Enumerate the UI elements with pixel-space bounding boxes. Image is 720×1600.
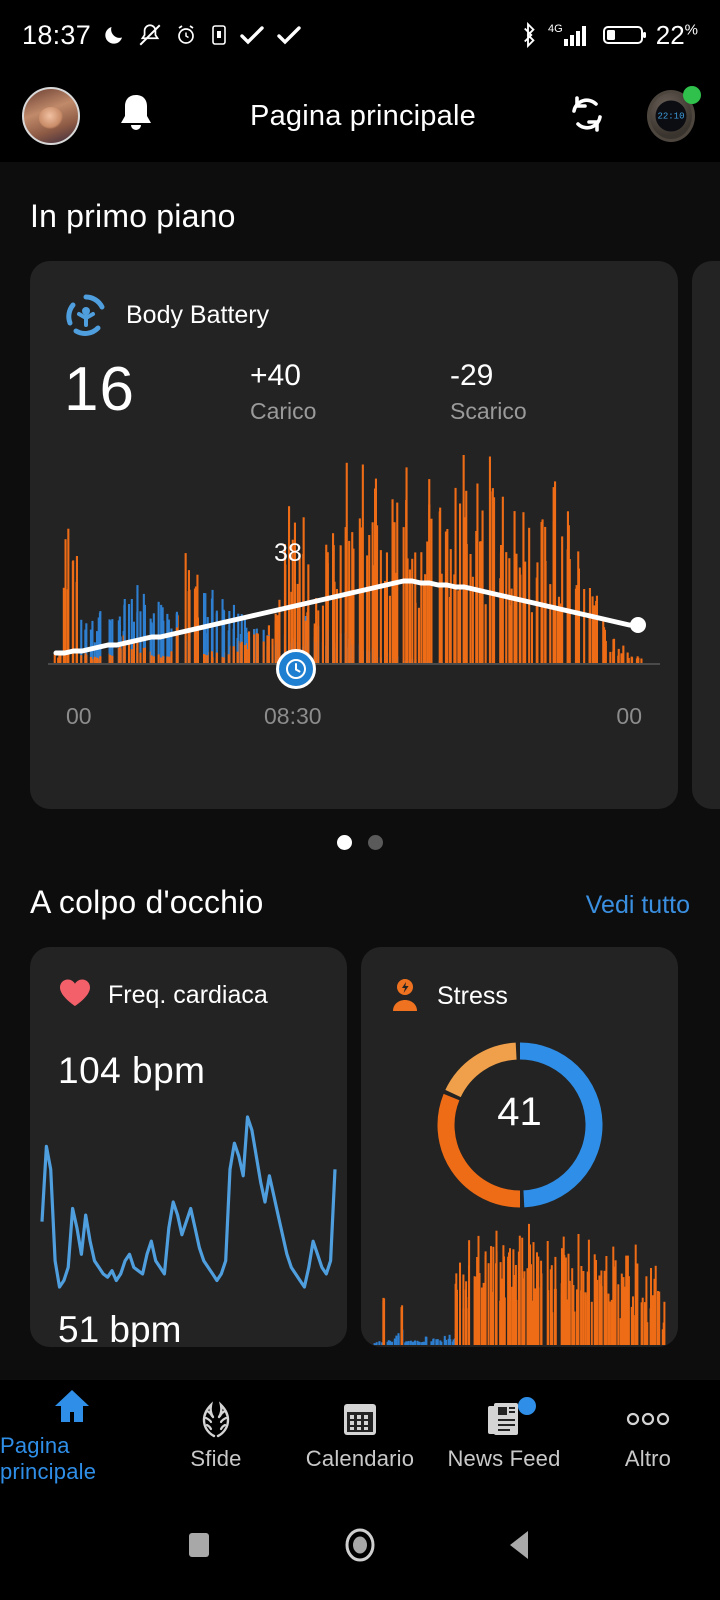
mute-bell-icon <box>137 22 163 48</box>
status-bar: 18:37 <box>0 0 720 70</box>
next-featured-card[interactable] <box>692 261 720 809</box>
glance-cards: Freq. cardiaca 104 bpm 51 bpm Stress 4 <box>0 921 720 1347</box>
nav-item-calendar[interactable]: Calendario <box>288 1399 432 1472</box>
stress-gauge: 41 <box>361 1016 678 1220</box>
double-check-icon <box>277 25 303 45</box>
system-navigation-bar <box>0 1490 720 1600</box>
watch-device-icon[interactable]: 22:10 <box>644 86 698 146</box>
glance-heading: A colpo d'occhio <box>30 884 263 921</box>
drain-value: -29 <box>450 359 650 392</box>
card-header: Body Battery <box>30 261 678 337</box>
heart-rate-chart <box>30 1085 347 1295</box>
nav-label-home: Pagina principale <box>0 1433 144 1485</box>
card-title: Body Battery <box>126 301 269 330</box>
body-battery-value: 16 <box>64 359 250 421</box>
svg-text:4G: 4G <box>548 23 563 35</box>
body-battery-drain: -29 Scarico <box>450 359 650 425</box>
moon-icon <box>102 23 126 47</box>
alarm-icon <box>174 23 198 47</box>
body-battery-card[interactable]: Body Battery 16 +40 Carico -29 Scarico 3… <box>30 261 678 809</box>
heart-rate-card[interactable]: Freq. cardiaca 104 bpm 51 bpm <box>30 947 347 1347</box>
nav-label-calendar: Calendario <box>306 1446 414 1472</box>
body-battery-charge: +40 Carico <box>250 359 450 425</box>
avatar[interactable] <box>22 87 80 145</box>
featured-heading: In primo piano <box>0 162 720 235</box>
body-battery-peak-label: 38 <box>274 539 302 568</box>
circle-home-icon[interactable] <box>340 1525 380 1565</box>
triangle-back-icon[interactable] <box>504 1527 538 1563</box>
body-battery-axis: 00 08:30 00 <box>48 703 660 730</box>
charge-label: Carico <box>250 398 450 425</box>
battery-percent: 22% <box>656 20 698 51</box>
stress-value: 41 <box>361 1090 678 1135</box>
more-dots-icon <box>625 1399 671 1439</box>
stress-person-icon <box>389 977 421 1016</box>
nav-label-challenges: Sfide <box>190 1446 241 1472</box>
body-battery-chart-svg <box>48 455 660 685</box>
time-marker-icon[interactable] <box>276 649 316 689</box>
nav-item-challenges[interactable]: Sfide <box>144 1399 288 1472</box>
see-all-link[interactable]: Vedi tutto <box>586 891 690 920</box>
glance-header: A colpo d'occhio Vedi tutto <box>0 850 720 921</box>
calendar-icon <box>341 1399 379 1439</box>
heart-rate-title: Freq. cardiaca <box>108 981 268 1010</box>
square-recents-icon[interactable] <box>182 1528 216 1562</box>
body-battery-icon <box>64 293 108 337</box>
news-feed-badge <box>518 1397 536 1415</box>
axis-label-middle: 08:30 <box>264 703 322 730</box>
sim-icon <box>209 23 229 47</box>
signal-4g-icon: 4G <box>548 21 594 49</box>
status-bar-left: 18:37 <box>22 20 517 51</box>
status-bar-right: 4G 22% <box>517 20 698 51</box>
body-battery-current: 16 <box>30 359 250 421</box>
home-icon <box>52 1386 92 1426</box>
main-content: In primo piano Body Battery 16 <box>0 162 720 1380</box>
pager-dot-1[interactable] <box>337 835 352 850</box>
watch-screen-time: 22:10 <box>656 101 687 132</box>
heart-rate-value: 104 bpm <box>30 1014 347 1092</box>
stress-header: Stress <box>361 947 678 1016</box>
page-title: Pagina principale <box>158 100 564 133</box>
device-connected-dot <box>683 86 701 104</box>
drain-label: Scarico <box>450 398 650 425</box>
axis-label-left: 00 <box>66 703 92 730</box>
nav-label-news-feed: News Feed <box>447 1446 560 1472</box>
nav-item-home[interactable]: Pagina principale <box>0 1386 144 1485</box>
axis-label-right: 00 <box>616 703 642 730</box>
heart-rate-min-value: 51 bpm <box>58 1309 181 1347</box>
carousel-pager[interactable] <box>0 835 720 850</box>
laurel-wreath-icon <box>196 1399 236 1439</box>
body-battery-chart[interactable]: 38 00 08:30 00 <box>48 455 660 685</box>
bottom-navigation: Pagina principale Sfide C <box>0 1380 720 1490</box>
sync-icon[interactable] <box>564 91 610 142</box>
status-bar-clock: 18:37 <box>22 20 91 51</box>
app-bar: Pagina principale 22:10 <box>0 70 720 162</box>
stress-history-chart <box>361 1217 678 1347</box>
heart-icon <box>58 977 92 1014</box>
nav-item-more[interactable]: Altro <box>576 1399 720 1472</box>
notifications-bell-icon[interactable] <box>114 91 158 142</box>
bluetooth-icon <box>517 22 539 48</box>
featured-carousel[interactable]: Body Battery 16 +40 Carico -29 Scarico 3… <box>0 261 720 809</box>
pager-dot-2[interactable] <box>368 835 383 850</box>
body-battery-stats: 16 +40 Carico -29 Scarico <box>30 337 678 425</box>
nav-label-more: Altro <box>625 1446 671 1472</box>
heart-rate-header: Freq. cardiaca <box>30 947 347 1014</box>
nav-item-news-feed[interactable]: News Feed <box>432 1399 576 1472</box>
battery-icon <box>603 23 647 47</box>
check-icon <box>240 25 266 45</box>
charge-value: +40 <box>250 359 450 392</box>
stress-card[interactable]: Stress 41 <box>361 947 678 1347</box>
stress-title: Stress <box>437 982 508 1011</box>
